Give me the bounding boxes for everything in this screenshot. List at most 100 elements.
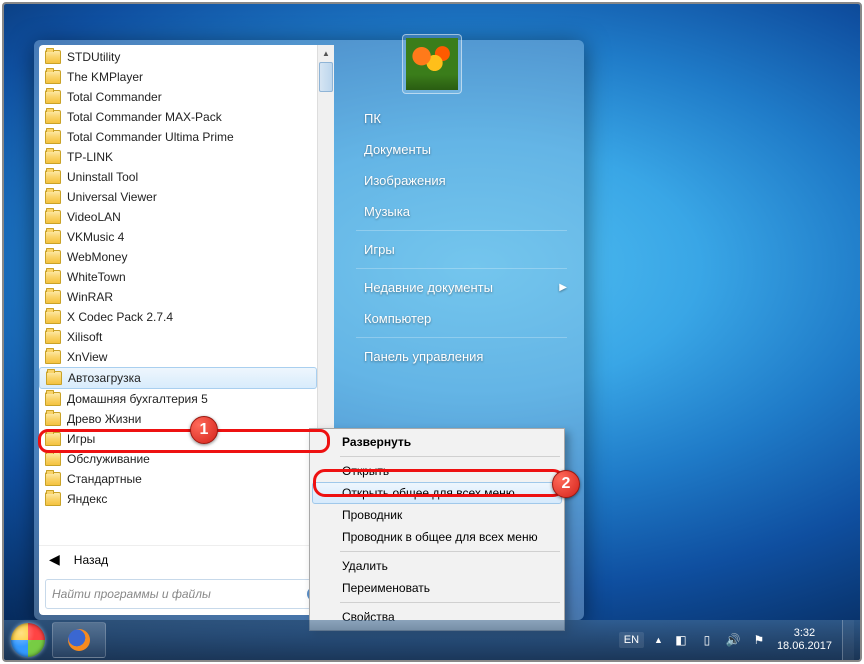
- right-panel-label: Панель управления: [364, 349, 483, 364]
- folder-icon: [45, 492, 61, 506]
- folder-label: Яндекс: [67, 492, 107, 506]
- annotation-marker-2: 2: [552, 470, 580, 498]
- scroll-thumb[interactable]: [319, 62, 333, 92]
- separator: [356, 337, 567, 338]
- folder-label: Total Commander MAX-Pack: [67, 110, 222, 124]
- right-panel-label: Недавние документы: [364, 280, 493, 295]
- folder-label: Uninstall Tool: [67, 170, 138, 184]
- right-panel-item[interactable]: Недавние документы ▶: [356, 272, 575, 303]
- folder-label: The KMPlayer: [67, 70, 143, 84]
- program-folder-item[interactable]: Стандартные: [39, 469, 317, 489]
- right-panel-item[interactable]: Игры: [356, 234, 575, 265]
- folder-icon: [45, 170, 61, 184]
- context-menu-item[interactable]: Удалить: [312, 555, 562, 577]
- time-text: 3:32: [777, 627, 832, 640]
- program-folder-item[interactable]: WhiteTown: [39, 267, 317, 287]
- search-input[interactable]: Найти программы и файлы: [45, 579, 328, 609]
- right-panel-label: Компьютер: [364, 311, 431, 326]
- folder-icon: [45, 270, 61, 284]
- context-menu-item[interactable]: Развернуть: [312, 431, 562, 453]
- program-folder-item[interactable]: WebMoney: [39, 247, 317, 267]
- right-panel-item[interactable]: ПК: [356, 103, 575, 134]
- folder-icon: [45, 290, 61, 304]
- separator: [340, 602, 560, 603]
- folder-icon: [45, 50, 61, 64]
- folder-label: WhiteTown: [67, 270, 126, 284]
- folder-label: WebMoney: [67, 250, 127, 264]
- context-menu-item[interactable]: Проводник: [312, 504, 562, 526]
- avatar-image: [406, 38, 458, 90]
- submenu-arrow-icon: ▶: [559, 282, 567, 293]
- program-folder-item[interactable]: Яндекс: [39, 489, 317, 509]
- tray-expand-icon[interactable]: ▲: [654, 635, 663, 645]
- context-menu: Развернуть ОткрытьОткрыть общее для всех …: [309, 428, 565, 631]
- folder-icon: [45, 210, 61, 224]
- program-folder-item[interactable]: Древо Жизни: [39, 409, 317, 429]
- program-folder-item[interactable]: Universal Viewer: [39, 187, 317, 207]
- program-folder-item[interactable]: XnView: [39, 347, 317, 367]
- folder-icon: [45, 310, 61, 324]
- program-folder-item[interactable]: WinRAR: [39, 287, 317, 307]
- taskbar-app-firefox[interactable]: [52, 622, 106, 658]
- start-button[interactable]: [8, 620, 48, 660]
- folder-label: TP-LINK: [67, 150, 113, 164]
- program-folder-item[interactable]: Игры: [39, 429, 317, 449]
- back-arrow-icon: ◀: [49, 551, 60, 568]
- folder-icon: [45, 190, 61, 204]
- program-folder-item[interactable]: X Codec Pack 2.7.4: [39, 307, 317, 327]
- program-folder-item[interactable]: VideoLAN: [39, 207, 317, 227]
- clock[interactable]: 3:32 18.06.2017: [777, 627, 832, 653]
- right-panel-item[interactable]: Панель управления: [356, 341, 575, 372]
- right-panel-item[interactable]: Компьютер: [356, 303, 575, 334]
- right-panel-item[interactable]: Изображения: [356, 165, 575, 196]
- folder-label: Total Commander Ultima Prime: [67, 130, 234, 144]
- tray-app-icon[interactable]: ◧: [673, 632, 689, 648]
- context-menu-item[interactable]: Проводник в общее для всех меню: [312, 526, 562, 548]
- folder-label: Автозагрузка: [68, 371, 141, 385]
- program-folder-item[interactable]: The KMPlayer: [39, 67, 317, 87]
- context-menu-item[interactable]: Переименовать: [312, 577, 562, 599]
- show-desktop-button[interactable]: [842, 620, 854, 660]
- program-folder-item[interactable]: Total Commander: [39, 87, 317, 107]
- right-panel-label: Документы: [364, 142, 431, 157]
- right-panel-label: Музыка: [364, 204, 410, 219]
- folder-label: Стандартные: [67, 472, 142, 486]
- right-panel-item[interactable]: Документы: [356, 134, 575, 165]
- program-folder-item[interactable]: Автозагрузка: [39, 367, 317, 389]
- folder-icon: [45, 392, 61, 406]
- context-menu-item[interactable]: Открыть общее для всех меню: [312, 482, 562, 504]
- folder-icon: [45, 90, 61, 104]
- search-placeholder: Найти программы и файлы: [52, 587, 211, 601]
- program-folder-item[interactable]: Uninstall Tool: [39, 167, 317, 187]
- action-center-icon[interactable]: ⚑: [751, 632, 767, 648]
- folder-label: WinRAR: [67, 290, 113, 304]
- right-panel-label: ПК: [364, 111, 381, 126]
- program-folder-item[interactable]: TP-LINK: [39, 147, 317, 167]
- folder-icon: [45, 350, 61, 364]
- right-panel-item[interactable]: Музыка: [356, 196, 575, 227]
- program-folder-item[interactable]: Обслуживание: [39, 449, 317, 469]
- scroll-up-button[interactable]: ▲: [318, 45, 334, 62]
- language-indicator[interactable]: EN: [619, 632, 644, 648]
- program-folder-item[interactable]: Xilisoft: [39, 327, 317, 347]
- right-panel-label: Игры: [364, 242, 395, 257]
- folder-icon: [45, 70, 61, 84]
- program-folder-item[interactable]: VKMusic 4: [39, 227, 317, 247]
- folder-label: X Codec Pack 2.7.4: [67, 310, 173, 324]
- program-folder-item[interactable]: Total Commander MAX-Pack: [39, 107, 317, 127]
- program-folder-item[interactable]: Домашняя бухгалтерия 5: [39, 389, 317, 409]
- windows-logo-icon: [11, 623, 45, 657]
- volume-icon[interactable]: 🔊: [725, 632, 741, 648]
- context-menu-item[interactable]: Открыть: [312, 460, 562, 482]
- network-icon[interactable]: ▯: [699, 632, 715, 648]
- programs-list[interactable]: STDUtility The KMPlayer Total Commander Tot…: [39, 45, 334, 545]
- back-button[interactable]: ◀ Назад: [39, 545, 334, 573]
- folder-icon: [45, 150, 61, 164]
- folder-label: Обслуживание: [67, 452, 150, 466]
- user-avatar[interactable]: [402, 34, 462, 94]
- folder-icon: [45, 130, 61, 144]
- program-folder-item[interactable]: Total Commander Ultima Prime: [39, 127, 317, 147]
- program-folder-item[interactable]: STDUtility: [39, 47, 317, 67]
- folder-label: VKMusic 4: [67, 230, 124, 244]
- back-label: Назад: [74, 553, 108, 567]
